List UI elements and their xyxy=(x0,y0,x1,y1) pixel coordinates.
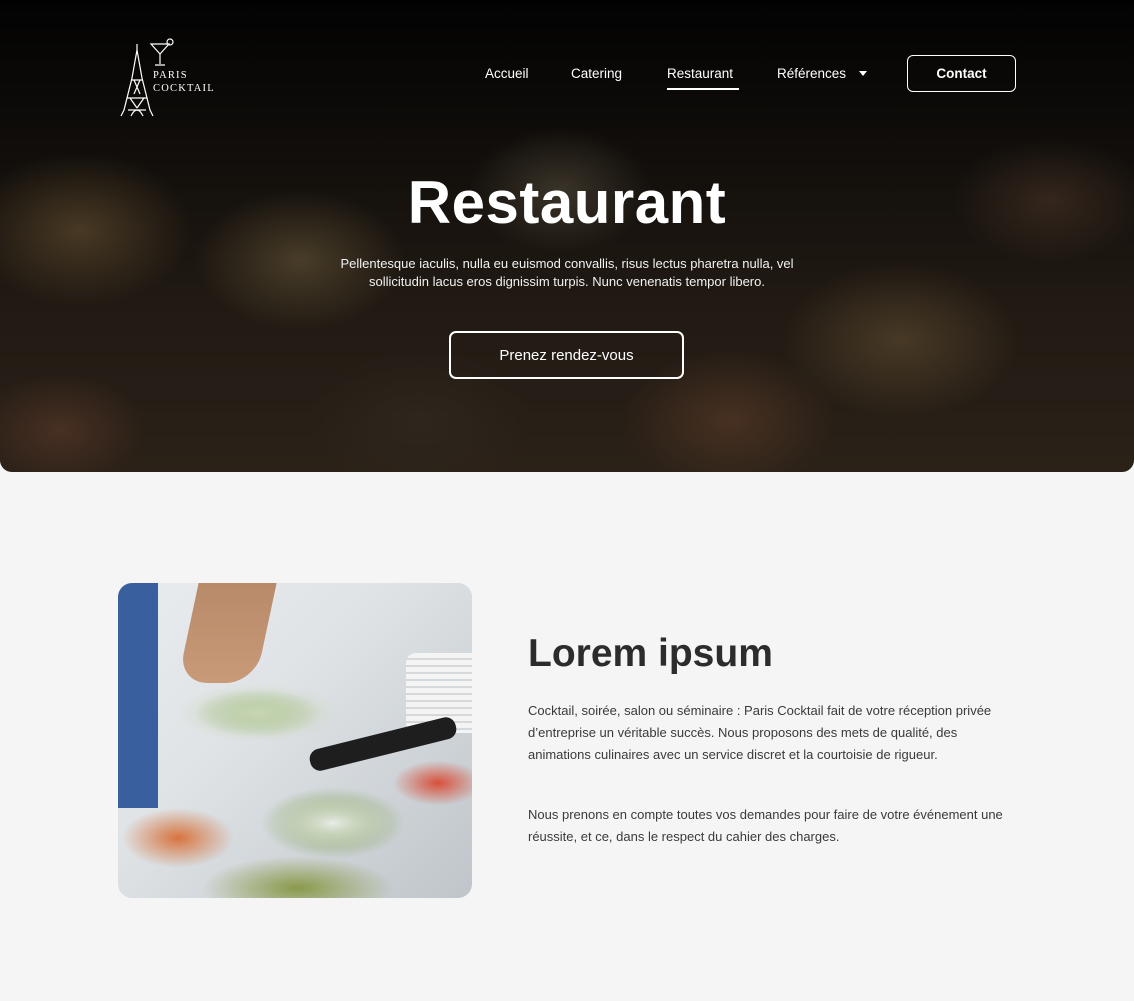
catering-buffet-photo xyxy=(118,583,472,898)
active-nav-indicator xyxy=(667,88,739,90)
about-paragraph-1: Cocktail, soirée, salon ou séminaire : P… xyxy=(528,703,992,762)
hero-description: Pellentesque iaculis, nulla eu euismod c… xyxy=(340,256,794,289)
brand-name-line1: PARIS xyxy=(153,70,188,81)
caret-down-icon[interactable] xyxy=(859,71,867,76)
nav-item-references[interactable]: Références xyxy=(777,66,846,84)
nav-item-restaurant[interactable]: Restaurant xyxy=(667,66,733,84)
contact-button[interactable]: Contact xyxy=(907,55,1016,92)
nav-item-accueil[interactable]: Accueil xyxy=(485,66,529,84)
brand-logo[interactable]: PARIS COCKTAIL xyxy=(118,38,228,120)
nav-item-catering[interactable]: Catering xyxy=(571,66,622,84)
about-paragraph-2: Nous prenons en compte toutes vos demand… xyxy=(528,807,1003,844)
page-title: Restaurant xyxy=(407,169,727,236)
brand-name-line2: COCKTAIL xyxy=(153,83,215,94)
book-appointment-button[interactable]: Prenez rendez-vous xyxy=(449,331,684,379)
section-title: Lorem ipsum xyxy=(528,632,773,675)
hero-section: PARIS COCKTAIL Accueil Catering Restaura… xyxy=(0,0,1134,472)
